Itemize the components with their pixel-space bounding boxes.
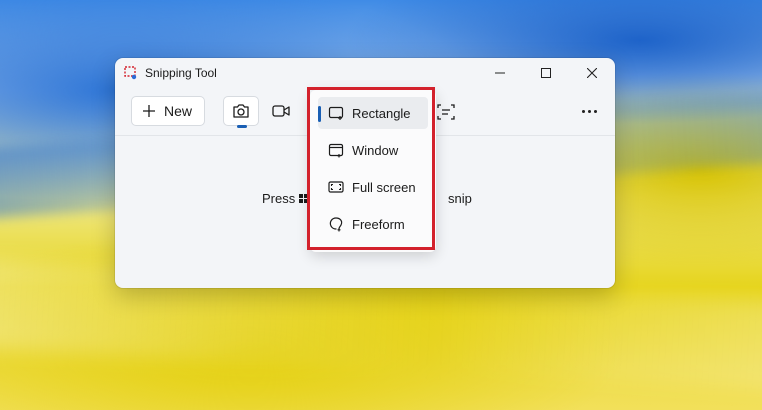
plus-icon: [143, 105, 155, 117]
new-snip-label: New: [164, 103, 193, 119]
text-actions-icon[interactable]: [437, 103, 455, 121]
minimize-button[interactable]: [477, 58, 523, 88]
window-title: Snipping Tool: [145, 66, 217, 80]
more-options-icon: [593, 109, 597, 113]
new-snip-button[interactable]: New: [131, 96, 205, 126]
menu-item-full-screen[interactable]: Full screen: [318, 171, 428, 203]
hint-suffix: snip: [448, 191, 472, 206]
rectangle-snip-icon: [328, 106, 344, 120]
snip-mode-menu: Rectangle Window Full screen Freeform: [310, 90, 436, 252]
minimize-icon: [495, 72, 505, 74]
title-bar[interactable]: Snipping Tool: [115, 58, 615, 88]
more-options-icon: [587, 109, 591, 113]
close-button[interactable]: [569, 58, 615, 88]
camera-icon: [233, 104, 249, 118]
freeform-snip-icon: [329, 217, 343, 232]
screenshot-mode-button[interactable]: [223, 96, 259, 128]
maximize-icon: [541, 68, 551, 78]
shortcut-hint: Press: [262, 191, 309, 206]
menu-item-freeform[interactable]: Freeform: [318, 208, 428, 240]
more-options-button[interactable]: [575, 101, 603, 121]
video-icon: [272, 105, 290, 117]
window-snip-icon: [328, 143, 344, 158]
menu-item-label: Freeform: [352, 216, 405, 232]
windows-key-icon: [299, 194, 309, 203]
maximize-button[interactable]: [523, 58, 569, 88]
menu-item-window[interactable]: Window: [318, 134, 428, 166]
menu-item-rectangle[interactable]: Rectangle: [318, 97, 428, 129]
more-options-icon: [581, 109, 585, 113]
menu-item-label: Rectangle: [352, 105, 411, 121]
video-mode-button[interactable]: [263, 96, 299, 126]
snipping-tool-app-icon: [124, 66, 137, 80]
capture-mode-toggle: [223, 96, 301, 128]
active-mode-indicator: [237, 125, 247, 128]
menu-item-label: Window: [352, 142, 399, 158]
close-icon: [587, 68, 597, 78]
hint-prefix: Press: [262, 191, 296, 206]
fullscreen-snip-icon: [328, 181, 344, 193]
selected-indicator: [318, 106, 321, 122]
menu-item-label: Full screen: [352, 179, 416, 195]
